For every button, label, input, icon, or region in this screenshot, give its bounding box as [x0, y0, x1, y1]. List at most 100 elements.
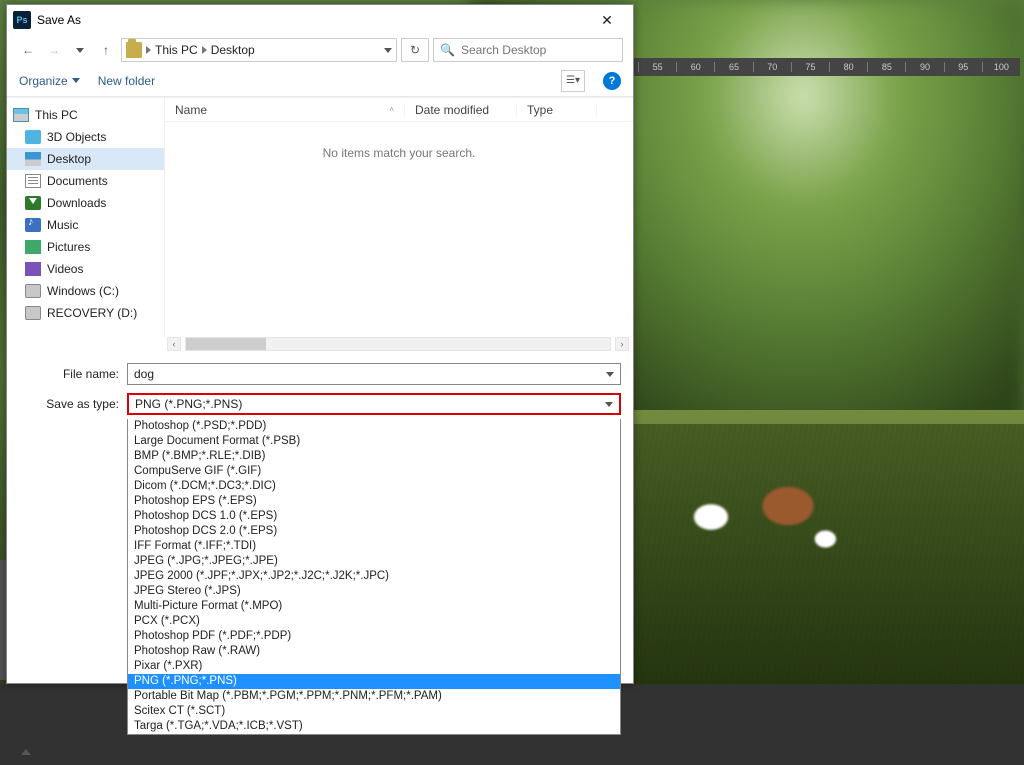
format-option[interactable]: Photoshop DCS 2.0 (*.EPS) — [128, 524, 620, 539]
chevron-up-icon — [21, 749, 31, 755]
tree-item-label: Videos — [47, 262, 83, 276]
tree-item-label: 3D Objects — [47, 130, 106, 144]
filename-value: dog — [134, 367, 154, 381]
save-as-dialog: Ps Save As ✕ ← → ↑ This PC Desktop ↻ 🔍 O… — [6, 4, 634, 684]
folder-icon — [25, 262, 41, 276]
format-option[interactable]: Targa (*.TGA;*.VDA;*.ICB;*.VST) — [128, 719, 620, 734]
saveastype-field[interactable]: PNG (*.PNG;*.PNS) — [127, 393, 621, 415]
folder-icon — [25, 284, 41, 298]
address-bar[interactable]: This PC Desktop — [121, 38, 397, 62]
format-option[interactable]: JPEG (*.JPG;*.JPEG;*.JPE) — [128, 554, 620, 569]
format-option[interactable]: CompuServe GIF (*.GIF) — [128, 464, 620, 479]
refresh-button[interactable]: ↻ — [401, 38, 429, 62]
format-option[interactable]: Photoshop EPS (*.EPS) — [128, 494, 620, 509]
file-list-pane: Name˄ Date modified Type No items match … — [165, 98, 633, 337]
scroll-right-icon: › — [615, 337, 629, 351]
folder-icon — [25, 152, 41, 166]
up-button[interactable]: ↑ — [95, 39, 117, 61]
filename-label: File name: — [19, 367, 119, 381]
tree-item[interactable]: Pictures — [7, 236, 164, 258]
folder-icon — [25, 240, 41, 254]
format-option[interactable]: Large Document Format (*.PSB) — [128, 434, 620, 449]
format-option[interactable]: Photoshop DCS 1.0 (*.EPS) — [128, 509, 620, 524]
chevron-right-icon — [146, 46, 151, 54]
tree-item-label: Music — [47, 218, 78, 232]
photoshop-icon: Ps — [13, 11, 31, 29]
tree-item[interactable]: This PC — [7, 104, 164, 126]
empty-message: No items match your search. — [165, 122, 633, 337]
scroll-left-icon: ‹ — [167, 337, 181, 351]
format-option[interactable]: Photoshop Raw (*.RAW) — [128, 644, 620, 659]
saveastype-value: PNG (*.PNG;*.PNS) — [135, 397, 242, 411]
folder-icon — [25, 306, 41, 320]
folder-icon — [25, 196, 41, 210]
format-option[interactable]: Photoshop PDF (*.PDF;*.PDP) — [128, 629, 620, 644]
col-type: Type — [517, 103, 597, 117]
forward-button[interactable]: → — [43, 39, 65, 61]
format-option[interactable]: IFF Format (*.IFF;*.TDI) — [128, 539, 620, 554]
search-icon: 🔍 — [440, 43, 455, 57]
horizontal-scrollbar[interactable]: ‹› — [7, 337, 633, 347]
format-option[interactable]: JPEG 2000 (*.JPF;*.JPX;*.JP2;*.J2C;*.J2K… — [128, 569, 620, 584]
tree-item[interactable]: Windows (C:) — [7, 280, 164, 302]
help-button[interactable]: ? — [603, 72, 621, 90]
close-button[interactable]: ✕ — [587, 6, 627, 34]
organize-button[interactable]: Organize — [19, 74, 80, 88]
format-option[interactable]: Pixar (*.PXR) — [128, 659, 620, 674]
tree-item[interactable]: Downloads — [7, 192, 164, 214]
dialog-title: Save As — [37, 13, 587, 27]
hide-folders-button[interactable]: Hide Folders — [7, 739, 633, 765]
tree-item[interactable]: Documents — [7, 170, 164, 192]
tree-item-label: Downloads — [47, 196, 106, 210]
recent-dropdown[interactable] — [69, 39, 91, 61]
back-button[interactable]: ← — [17, 39, 39, 61]
tree-item-label: Desktop — [47, 152, 91, 166]
folder-tree[interactable]: This PC 3D Objects Desktop Documents Downloa… — [7, 98, 165, 337]
folder-icon — [25, 174, 41, 188]
format-option[interactable]: JPEG Stereo (*.JPS) — [128, 584, 620, 599]
tree-item[interactable]: Videos — [7, 258, 164, 280]
format-option[interactable]: Photoshop (*.PSD;*.PDD) — [128, 419, 620, 434]
format-option[interactable]: PNG (*.PNG;*.PNS) — [128, 674, 620, 689]
filename-field[interactable]: dog — [127, 363, 621, 385]
new-folder-button[interactable]: New folder — [98, 74, 155, 88]
search-input[interactable] — [461, 43, 616, 57]
format-option[interactable]: Multi-Picture Format (*.MPO) — [128, 599, 620, 614]
breadcrumb-current[interactable]: Desktop — [211, 43, 255, 57]
view-button[interactable]: ☰▾ — [561, 70, 585, 92]
format-option[interactable]: PCX (*.PCX) — [128, 614, 620, 629]
chevron-right-icon — [202, 46, 207, 54]
tree-item-label: This PC — [35, 108, 78, 122]
format-option[interactable]: Dicom (*.DCM;*.DC3;*.DIC) — [128, 479, 620, 494]
format-option[interactable]: BMP (*.BMP;*.RLE;*.DIB) — [128, 449, 620, 464]
tree-item-label: RECOVERY (D:) — [47, 306, 137, 320]
tree-item[interactable]: RECOVERY (D:) — [7, 302, 164, 324]
saveastype-label: Save as type: — [19, 397, 119, 411]
column-headers[interactable]: Name˄ Date modified Type — [165, 98, 633, 122]
nav-row: ← → ↑ This PC Desktop ↻ 🔍 — [7, 35, 633, 65]
chevron-down-icon — [72, 78, 80, 83]
format-option[interactable]: Portable Bit Map (*.PBM;*.PGM;*.PPM;*.PN… — [128, 689, 620, 704]
tree-item-label: Documents — [47, 174, 108, 188]
chevron-down-icon[interactable] — [606, 372, 614, 377]
saveastype-dropdown[interactable]: Photoshop (*.PSD;*.PDD)Large Document Fo… — [127, 419, 621, 735]
folder-icon — [126, 42, 142, 58]
folder-icon — [13, 108, 29, 122]
folder-icon — [25, 218, 41, 232]
search-box[interactable]: 🔍 — [433, 38, 623, 62]
dialog-toolbar: Organize New folder ☰▾ ? — [7, 65, 633, 97]
breadcrumb-dropdown[interactable] — [384, 48, 392, 53]
col-name: Name˄ — [165, 103, 405, 117]
format-option[interactable]: Scitex CT (*.SCT) — [128, 704, 620, 719]
folder-icon — [25, 130, 41, 144]
tree-item[interactable]: Music — [7, 214, 164, 236]
chevron-down-icon[interactable] — [605, 402, 613, 407]
tree-item-label: Windows (C:) — [47, 284, 119, 298]
tree-item[interactable]: Desktop — [7, 148, 164, 170]
tree-item[interactable]: 3D Objects — [7, 126, 164, 148]
breadcrumb-root[interactable]: This PC — [155, 43, 198, 57]
canvas-image-subject — [645, 451, 865, 561]
titlebar: Ps Save As ✕ — [7, 5, 633, 35]
tree-item-label: Pictures — [47, 240, 90, 254]
col-date: Date modified — [405, 103, 517, 117]
